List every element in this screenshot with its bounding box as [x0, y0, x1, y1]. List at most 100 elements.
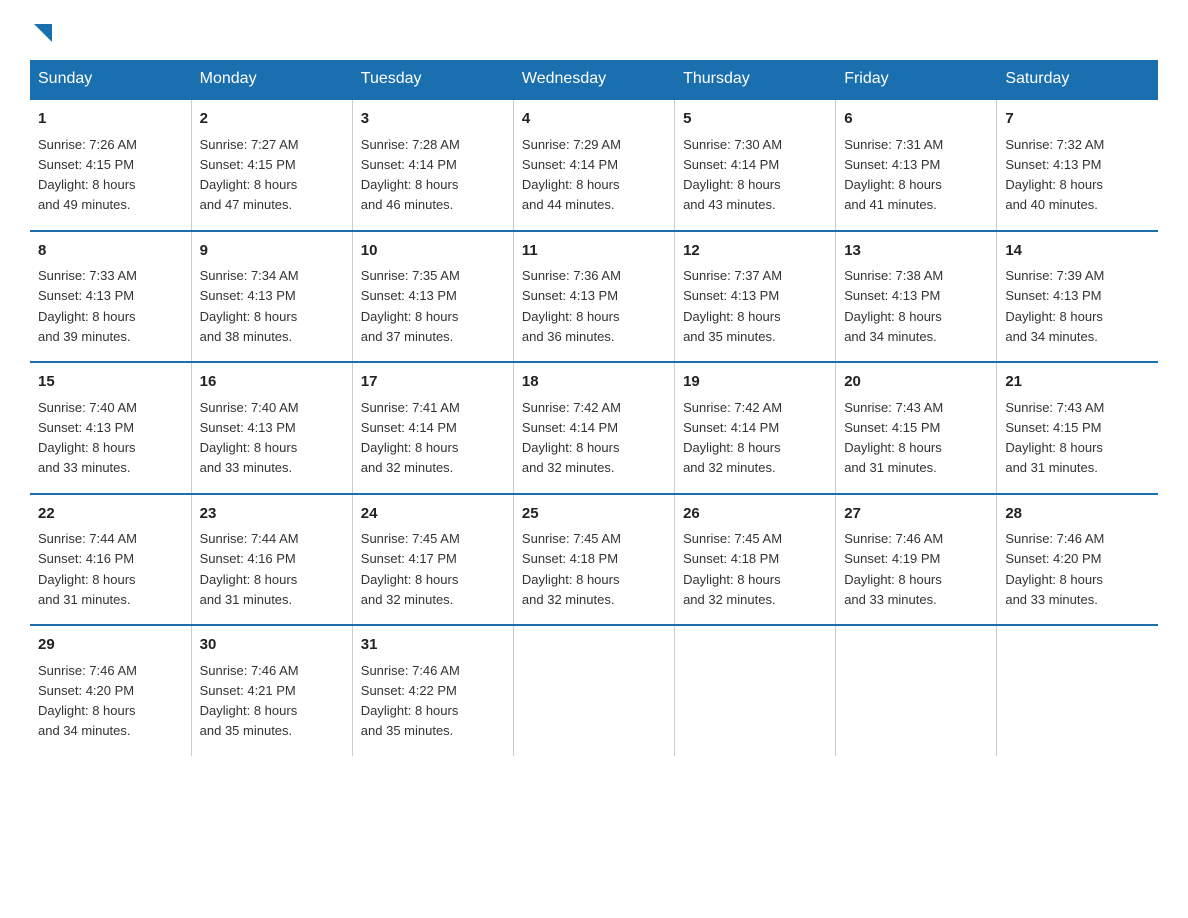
day-daylight: Daylight: 8 hours [38, 703, 136, 718]
day-number: 1 [38, 108, 183, 131]
day-cell [836, 625, 997, 756]
day-cell: 6 Sunrise: 7:31 AM Sunset: 4:13 PM Dayli… [836, 99, 997, 231]
day-sunrise: Sunrise: 7:43 AM [844, 400, 943, 415]
week-row-2: 8 Sunrise: 7:33 AM Sunset: 4:13 PM Dayli… [30, 231, 1158, 363]
day-daylight: Daylight: 8 hours [1005, 177, 1103, 192]
day-number: 12 [683, 240, 827, 263]
day-daylight: Daylight: 8 hours [1005, 309, 1103, 324]
day-daylight-cont: and 31 minutes. [844, 460, 937, 475]
day-sunrise: Sunrise: 7:42 AM [522, 400, 621, 415]
day-daylight-cont: and 38 minutes. [200, 329, 293, 344]
day-daylight: Daylight: 8 hours [844, 440, 942, 455]
day-sunset: Sunset: 4:13 PM [200, 420, 296, 435]
header-thursday: Thursday [675, 60, 836, 99]
day-cell: 29 Sunrise: 7:46 AM Sunset: 4:20 PM Dayl… [30, 625, 191, 756]
day-cell: 11 Sunrise: 7:36 AM Sunset: 4:13 PM Dayl… [513, 231, 674, 363]
day-number: 8 [38, 240, 183, 263]
day-daylight-cont: and 49 minutes. [38, 197, 131, 212]
day-daylight: Daylight: 8 hours [38, 440, 136, 455]
day-sunrise: Sunrise: 7:46 AM [200, 663, 299, 678]
week-row-3: 15 Sunrise: 7:40 AM Sunset: 4:13 PM Dayl… [30, 362, 1158, 494]
day-sunset: Sunset: 4:19 PM [844, 551, 940, 566]
day-cell: 22 Sunrise: 7:44 AM Sunset: 4:16 PM Dayl… [30, 494, 191, 626]
day-sunrise: Sunrise: 7:28 AM [361, 137, 460, 152]
day-sunset: Sunset: 4:18 PM [522, 551, 618, 566]
day-daylight-cont: and 34 minutes. [38, 723, 131, 738]
day-daylight: Daylight: 8 hours [844, 309, 942, 324]
day-number: 28 [1005, 503, 1150, 526]
day-daylight-cont: and 47 minutes. [200, 197, 293, 212]
day-sunrise: Sunrise: 7:44 AM [38, 531, 137, 546]
day-sunset: Sunset: 4:13 PM [200, 288, 296, 303]
day-sunrise: Sunrise: 7:40 AM [38, 400, 137, 415]
day-sunset: Sunset: 4:20 PM [1005, 551, 1101, 566]
day-sunset: Sunset: 4:16 PM [200, 551, 296, 566]
day-number: 10 [361, 240, 505, 263]
day-daylight: Daylight: 8 hours [38, 177, 136, 192]
header-friday: Friday [836, 60, 997, 99]
day-cell: 17 Sunrise: 7:41 AM Sunset: 4:14 PM Dayl… [352, 362, 513, 494]
header-monday: Monday [191, 60, 352, 99]
day-sunrise: Sunrise: 7:42 AM [683, 400, 782, 415]
day-cell: 24 Sunrise: 7:45 AM Sunset: 4:17 PM Dayl… [352, 494, 513, 626]
day-sunset: Sunset: 4:14 PM [361, 420, 457, 435]
day-number: 25 [522, 503, 666, 526]
day-daylight: Daylight: 8 hours [38, 572, 136, 587]
day-daylight: Daylight: 8 hours [361, 440, 459, 455]
week-row-5: 29 Sunrise: 7:46 AM Sunset: 4:20 PM Dayl… [30, 625, 1158, 756]
day-number: 13 [844, 240, 988, 263]
day-sunrise: Sunrise: 7:45 AM [683, 531, 782, 546]
day-cell: 5 Sunrise: 7:30 AM Sunset: 4:14 PM Dayli… [675, 99, 836, 231]
day-daylight-cont: and 37 minutes. [361, 329, 454, 344]
day-cell: 4 Sunrise: 7:29 AM Sunset: 4:14 PM Dayli… [513, 99, 674, 231]
day-sunrise: Sunrise: 7:46 AM [844, 531, 943, 546]
header-saturday: Saturday [997, 60, 1158, 99]
day-sunset: Sunset: 4:15 PM [844, 420, 940, 435]
day-cell [513, 625, 674, 756]
day-sunset: Sunset: 4:14 PM [361, 157, 457, 172]
day-daylight-cont: and 36 minutes. [522, 329, 615, 344]
day-daylight-cont: and 33 minutes. [38, 460, 131, 475]
day-sunrise: Sunrise: 7:26 AM [38, 137, 137, 152]
day-cell: 20 Sunrise: 7:43 AM Sunset: 4:15 PM Dayl… [836, 362, 997, 494]
day-sunset: Sunset: 4:15 PM [200, 157, 296, 172]
day-daylight: Daylight: 8 hours [844, 572, 942, 587]
day-daylight: Daylight: 8 hours [683, 440, 781, 455]
day-number: 23 [200, 503, 344, 526]
day-daylight: Daylight: 8 hours [361, 703, 459, 718]
day-number: 4 [522, 108, 666, 131]
day-daylight: Daylight: 8 hours [522, 177, 620, 192]
day-daylight: Daylight: 8 hours [200, 177, 298, 192]
day-number: 20 [844, 371, 988, 394]
day-daylight-cont: and 32 minutes. [683, 592, 776, 607]
day-sunrise: Sunrise: 7:30 AM [683, 137, 782, 152]
day-cell: 26 Sunrise: 7:45 AM Sunset: 4:18 PM Dayl… [675, 494, 836, 626]
day-number: 18 [522, 371, 666, 394]
day-number: 16 [200, 371, 344, 394]
day-number: 11 [522, 240, 666, 263]
day-sunrise: Sunrise: 7:41 AM [361, 400, 460, 415]
day-cell: 1 Sunrise: 7:26 AM Sunset: 4:15 PM Dayli… [30, 99, 191, 231]
day-sunset: Sunset: 4:14 PM [522, 157, 618, 172]
day-number: 22 [38, 503, 183, 526]
day-cell: 13 Sunrise: 7:38 AM Sunset: 4:13 PM Dayl… [836, 231, 997, 363]
day-daylight: Daylight: 8 hours [200, 309, 298, 324]
day-sunset: Sunset: 4:15 PM [38, 157, 134, 172]
page-header [30, 20, 1158, 40]
day-cell [675, 625, 836, 756]
day-number: 6 [844, 108, 988, 131]
day-number: 9 [200, 240, 344, 263]
day-cell [997, 625, 1158, 756]
day-cell: 9 Sunrise: 7:34 AM Sunset: 4:13 PM Dayli… [191, 231, 352, 363]
day-daylight: Daylight: 8 hours [522, 309, 620, 324]
day-daylight-cont: and 31 minutes. [200, 592, 293, 607]
day-sunset: Sunset: 4:13 PM [522, 288, 618, 303]
day-daylight-cont: and 32 minutes. [522, 592, 615, 607]
day-number: 27 [844, 503, 988, 526]
day-sunset: Sunset: 4:18 PM [683, 551, 779, 566]
day-daylight-cont: and 34 minutes. [844, 329, 937, 344]
day-cell: 31 Sunrise: 7:46 AM Sunset: 4:22 PM Dayl… [352, 625, 513, 756]
day-daylight-cont: and 39 minutes. [38, 329, 131, 344]
day-daylight: Daylight: 8 hours [38, 309, 136, 324]
day-number: 31 [361, 634, 505, 657]
